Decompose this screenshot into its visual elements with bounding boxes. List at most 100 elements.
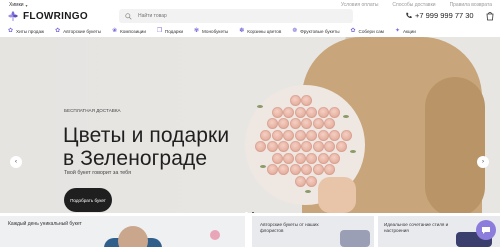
rose xyxy=(294,175,306,187)
slider-dot[interactable] xyxy=(245,212,248,213)
rose xyxy=(283,106,294,118)
flower-decoration xyxy=(210,230,220,240)
rose xyxy=(306,175,317,187)
nav-item-build-your-own[interactable]: ✿ Собери сам xyxy=(351,28,384,34)
phone-number: +7 999 999 77 30 xyxy=(415,11,474,20)
rose xyxy=(317,152,329,164)
diy-icon: ✿ xyxy=(350,28,356,34)
chevron-left-icon: ‹ xyxy=(15,159,17,165)
promo-card-unique[interactable]: Каждый день уникальный букет xyxy=(0,216,245,247)
search-icon xyxy=(125,12,132,20)
header: Химки ▾ FLOWRINGO Условия оплаты Способы… xyxy=(0,0,500,36)
nav-item-mono-bouquets[interactable]: ✾ Монобукеты xyxy=(194,28,228,34)
nav-label: Фруктовые букеты xyxy=(300,28,340,34)
nav-label: Собери сам xyxy=(358,28,384,34)
rose xyxy=(266,164,278,175)
rose xyxy=(312,118,324,129)
promo-cards: Каждый день уникальный букет Авторские б… xyxy=(0,216,500,247)
link-delivery-methods[interactable]: Способы доставки xyxy=(392,2,435,8)
rose xyxy=(294,106,306,118)
rose xyxy=(312,141,324,152)
phone-contact[interactable]: +7 999 999 77 30 xyxy=(405,11,474,20)
rose xyxy=(324,141,335,152)
city-selector[interactable]: Химки ▾ xyxy=(9,2,28,8)
leaf xyxy=(343,115,349,118)
person-hand xyxy=(318,177,356,213)
search-bar[interactable] xyxy=(119,9,353,23)
rose xyxy=(301,95,312,106)
rose xyxy=(317,106,329,118)
person-sleeve xyxy=(425,77,485,213)
hero-banner: БЕСПЛАТНАЯ ДОСТАВКА Цветы и подарки в Зе… xyxy=(0,37,500,213)
rose xyxy=(306,106,317,118)
hero-title-line2: в Зеленограде xyxy=(63,147,208,170)
slider-prev-button[interactable]: ‹ xyxy=(10,156,22,168)
rose xyxy=(289,164,301,175)
cart-icon[interactable] xyxy=(485,11,495,21)
slider-next-button[interactable]: › xyxy=(477,156,489,168)
category-nav: ✿ Хиты продаж ✿ Авторские букеты ❀ Компо… xyxy=(0,26,500,36)
rose xyxy=(266,118,278,129)
rose xyxy=(294,152,306,164)
hero-eyebrow: БЕСПЛАТНАЯ ДОСТАВКА xyxy=(64,108,121,113)
rose xyxy=(329,106,340,118)
rose xyxy=(312,164,324,175)
top-links: Условия оплаты Способы доставки Правила … xyxy=(341,2,492,8)
nav-label: Авторские букеты xyxy=(63,28,102,34)
nav-item-fruit-bouquets[interactable]: ❁ Фруктовые букеты xyxy=(292,28,339,34)
rose xyxy=(317,129,329,141)
rose xyxy=(266,141,278,152)
rose xyxy=(324,164,335,175)
search-input[interactable] xyxy=(138,13,338,19)
rose xyxy=(306,129,317,141)
nav-label: Хиты продаж xyxy=(16,28,45,34)
rose xyxy=(271,106,283,118)
composition-icon: ❀ xyxy=(112,28,118,34)
nav-item-sales[interactable]: ✦ Акции xyxy=(395,28,416,34)
rose-icon: ✾ xyxy=(194,28,200,34)
leaf xyxy=(305,190,311,193)
logo[interactable]: FLOWRINGO xyxy=(7,10,88,22)
chevron-right-icon: › xyxy=(482,159,484,165)
leaf xyxy=(257,105,263,108)
rose xyxy=(283,152,294,164)
promo-card-title: Авторские букеты от наших флористов xyxy=(260,222,319,233)
nav-item-flower-baskets[interactable]: ✽ Корзины цветов xyxy=(239,28,281,34)
nav-item-compositions[interactable]: ❀ Композиции xyxy=(112,28,146,34)
link-payment-terms[interactable]: Условия оплаты xyxy=(341,2,379,8)
chevron-down-icon: ▾ xyxy=(25,2,28,8)
rose xyxy=(301,164,312,175)
rose xyxy=(271,152,283,164)
slider-dot[interactable] xyxy=(251,212,254,213)
hero-title-line1: Цветы и подарки xyxy=(63,124,230,147)
promo-card-title: Каждый день уникальный букет xyxy=(8,221,82,227)
link-return-policy[interactable]: Правила возврата xyxy=(450,2,492,8)
logo-text: FLOWRINGO xyxy=(23,10,88,22)
rose xyxy=(289,141,301,152)
florist-head xyxy=(118,226,148,247)
rose xyxy=(306,152,317,164)
nav-item-gifts[interactable]: ❒ Подарки xyxy=(157,28,183,34)
flower-logo-icon xyxy=(8,11,18,21)
gift-icon: ❒ xyxy=(156,28,163,34)
nav-label: Подарки xyxy=(164,28,184,34)
rose xyxy=(289,95,301,106)
fruit-icon: ❁ xyxy=(292,28,298,34)
nav-label: Монобукеты xyxy=(202,28,229,34)
rose xyxy=(335,141,347,152)
basket-icon: ✽ xyxy=(239,28,245,34)
rose xyxy=(329,129,340,141)
bouquet-thumbnail xyxy=(340,230,370,247)
rose xyxy=(278,164,289,175)
rose xyxy=(324,118,335,129)
rose xyxy=(294,129,306,141)
chat-widget-button[interactable] xyxy=(476,220,496,240)
nav-item-author-bouquets[interactable]: ✿ Авторские букеты xyxy=(55,28,101,34)
nav-item-bestsellers[interactable]: ✿ Хиты продаж xyxy=(8,28,44,34)
promo-card-florists[interactable]: Авторские букеты от наших флористов xyxy=(252,216,374,247)
hero-title: Цветы и подарки в Зеленограде xyxy=(63,124,229,170)
rose xyxy=(278,141,289,152)
choose-bouquet-button[interactable]: Подобрать букет xyxy=(64,188,112,212)
nav-label: Корзины цветов xyxy=(247,28,282,34)
rose xyxy=(255,141,266,152)
